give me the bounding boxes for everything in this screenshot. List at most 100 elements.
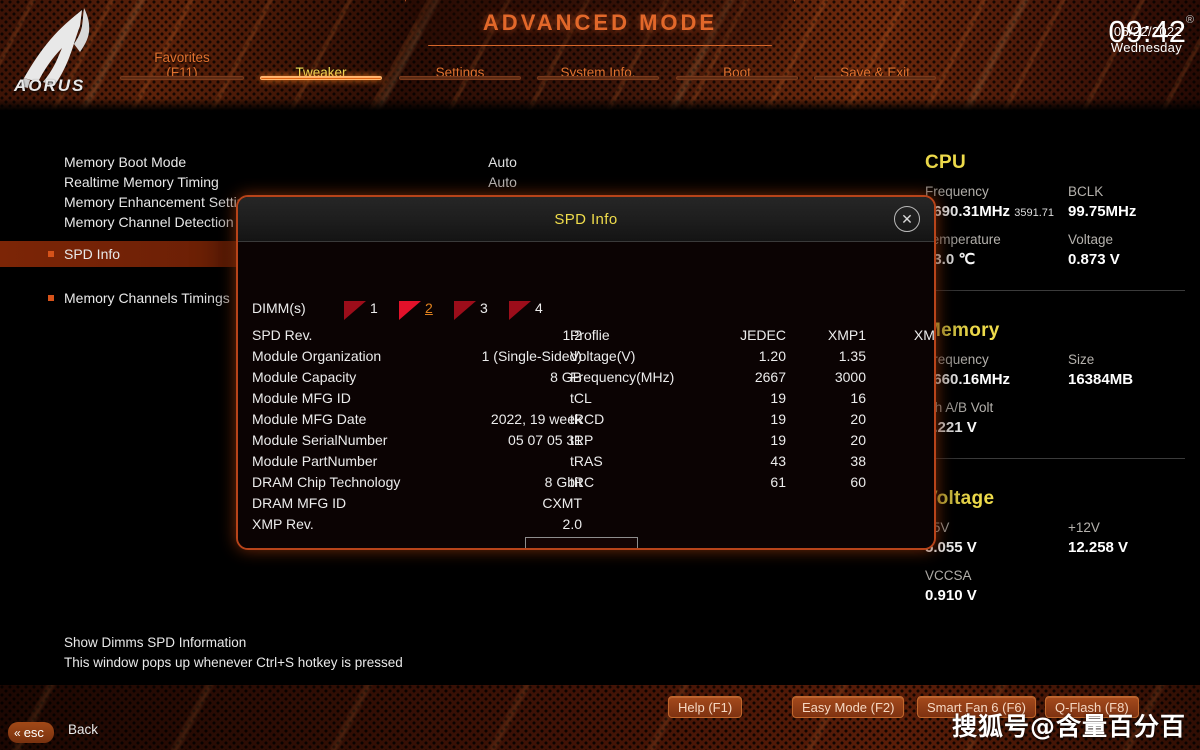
setting-value: Auto bbox=[488, 154, 517, 170]
esc-key-button[interactable]: « esc bbox=[8, 722, 54, 743]
row-key: XMP Rev. bbox=[252, 516, 314, 532]
row-key: Frequency(MHz) bbox=[570, 369, 675, 385]
info-cpu-bclk: BCLK 99.75MHz bbox=[1068, 182, 1136, 222]
spd-info-dialog: SPD Info ✕ DIMM(s) 1 2 3 4 SPD Rev. 1.2 … bbox=[236, 195, 936, 550]
divider bbox=[921, 458, 1185, 459]
fkey-help-button[interactable]: Help (F1) bbox=[668, 696, 743, 718]
info-cpu-temperature: Temperature 33.0 ℃ bbox=[925, 230, 1001, 270]
nav-underline-tweaker bbox=[260, 76, 382, 80]
bullet-icon bbox=[48, 295, 54, 301]
row-xmp1: 16 bbox=[850, 390, 866, 406]
table-row: tRAS 43 38 bbox=[570, 451, 920, 472]
info-memory-size: Size 16384MB bbox=[1068, 350, 1133, 390]
dialog-title: SPD Info bbox=[554, 210, 618, 228]
table-row: tRC 61 60 bbox=[570, 472, 920, 493]
dimm-selector: DIMM(s) 1 2 3 4 bbox=[252, 298, 672, 320]
row-value: 2.0 bbox=[562, 516, 582, 532]
help-text-area: Show Dimms SPD Information This window p… bbox=[0, 630, 1200, 685]
table-row: tRCD 19 20 bbox=[570, 409, 920, 430]
dimm-number: 4 bbox=[535, 300, 543, 316]
advanced-mode-banner: ADVANCED MODE bbox=[405, 0, 795, 46]
setting-row-memory-boot-mode[interactable]: Memory Boot Mode Auto bbox=[0, 152, 905, 172]
setting-label: Memory Enhancement Settings bbox=[64, 194, 260, 210]
table-row: Voltage(V) 1.20 1.35 bbox=[570, 346, 920, 367]
row-xmp1: 38 bbox=[850, 453, 866, 469]
info-value-sub: 3591.71 bbox=[1014, 207, 1054, 219]
row-key: tRC bbox=[570, 474, 595, 490]
info-value: 16384MB bbox=[1068, 371, 1134, 388]
setting-label: Memory Channels Timings bbox=[64, 290, 230, 306]
table-row: XMP Rev. 2.0 bbox=[252, 514, 582, 535]
setting-label: Memory Boot Mode bbox=[64, 154, 187, 170]
main-nav: Favorites (F11) Tweaker Settings System … bbox=[0, 50, 936, 100]
info-key: Frequency bbox=[925, 184, 989, 199]
row-key: Module SerialNumber bbox=[252, 432, 388, 448]
table-row: Module MFG ID bbox=[252, 388, 582, 409]
info-value-main: 3690.31MHz bbox=[925, 203, 1011, 220]
info-key: Frequency bbox=[925, 352, 989, 367]
nav-underline-save-exit bbox=[814, 76, 936, 80]
table-row: SPD Rev. 1.2 bbox=[252, 325, 582, 346]
info-value: 0.873 V bbox=[1068, 251, 1120, 268]
table-row: Module Organization 1 (Single-Sided) bbox=[252, 346, 582, 367]
info-value: 33.0 ℃ bbox=[925, 251, 976, 268]
dimm-triangle-icon bbox=[509, 301, 531, 320]
row-xmp1: 1.35 bbox=[838, 348, 866, 364]
nav-tab-settings[interactable]: Settings bbox=[399, 50, 521, 80]
ok-button[interactable]: Ok bbox=[525, 537, 638, 548]
row-key: Voltage(V) bbox=[570, 348, 636, 364]
row-key: tCL bbox=[570, 390, 592, 406]
nav-tab-save-exit[interactable]: Save & Exit bbox=[814, 50, 936, 80]
row-key: Module PartNumber bbox=[252, 453, 378, 469]
info-memory-frequency: Frequency 2660.16MHz bbox=[925, 350, 1010, 390]
table-row: Frequency(MHz) 2667 3000 bbox=[570, 367, 920, 388]
nav-tab-system-info[interactable]: System Info. bbox=[537, 50, 659, 80]
dimm-number: 3 bbox=[480, 300, 488, 316]
column-header-xmp2: XMP2 bbox=[913, 327, 935, 343]
column-header-xmp1: XMP1 bbox=[827, 327, 866, 343]
module-info-table: SPD Rev. 1.2 Module Organization 1 (Sing… bbox=[252, 325, 582, 535]
advanced-mode-title: ADVANCED MODE bbox=[482, 9, 718, 35]
nav-tab-boot[interactable]: Boot bbox=[676, 50, 798, 80]
row-key: tRP bbox=[570, 432, 594, 448]
setting-row-realtime-memory-timing[interactable]: Realtime Memory Timing Auto bbox=[0, 172, 905, 192]
clock-time: 09:42 bbox=[1108, 14, 1186, 49]
info-voltage-vccsa: VCCSA 0.910 V bbox=[925, 566, 977, 606]
row-key: Module Capacity bbox=[252, 369, 357, 385]
info-voltage-12v: +12V 12.258 V bbox=[1068, 518, 1128, 558]
setting-value: Auto bbox=[488, 174, 517, 190]
row-xmp1: 60 bbox=[850, 474, 866, 490]
info-key: Voltage bbox=[1068, 232, 1114, 247]
row-jedec: 1.20 bbox=[758, 348, 786, 364]
nav-tab-tweaker[interactable]: Tweaker bbox=[260, 50, 382, 80]
row-key: DRAM Chip Technology bbox=[252, 474, 401, 490]
dialog-body: DIMM(s) 1 2 3 4 SPD Rev. 1.2 Module Orga… bbox=[238, 242, 934, 548]
nav-tab-favorites[interactable]: Favorites (F11) bbox=[120, 50, 244, 80]
close-icon[interactable]: ✕ bbox=[894, 206, 920, 232]
setting-label: SPD Info bbox=[64, 246, 121, 262]
divider bbox=[921, 290, 1185, 291]
info-cpu-frequency: Frequency 3690.31MHz 3591.71 bbox=[925, 182, 1054, 224]
table-row: Module MFG Date 2022, 19 week bbox=[252, 409, 582, 430]
row-jedec: 61 bbox=[770, 474, 786, 490]
nav-underline-favorites bbox=[120, 76, 244, 80]
info-key: Temperature bbox=[925, 232, 1001, 247]
row-key: Module Organization bbox=[252, 348, 382, 364]
table-row: Module Capacity 8 GB bbox=[252, 367, 582, 388]
info-value: 2660.16MHz bbox=[925, 371, 1011, 388]
profile-timings-table: Proflie JEDEC XMP1 XMP2 Voltage(V) 1.20 … bbox=[570, 325, 934, 493]
dimm-selector-label: DIMM(s) bbox=[252, 300, 306, 316]
dimm-number: 2 bbox=[425, 300, 433, 316]
row-xmp1: 20 bbox=[850, 411, 866, 427]
table-row: tCL 19 16 bbox=[570, 388, 920, 409]
row-jedec: 19 bbox=[770, 411, 786, 427]
dimm-number: 1 bbox=[370, 300, 378, 316]
row-key: SPD Rev. bbox=[252, 327, 313, 343]
fkey-easy-mode-button[interactable]: Easy Mode (F2) bbox=[792, 696, 905, 718]
dimm-triangle-icon bbox=[454, 301, 476, 320]
row-xmp1: 3000 bbox=[834, 369, 866, 385]
header: AORUS ADVANCED MODE Favorites (F11) Twea… bbox=[0, 0, 1200, 112]
back-label: Back bbox=[68, 722, 99, 737]
setting-label: Realtime Memory Timing bbox=[64, 174, 219, 190]
nav-tab-favorites-line1: Favorites bbox=[154, 50, 210, 65]
